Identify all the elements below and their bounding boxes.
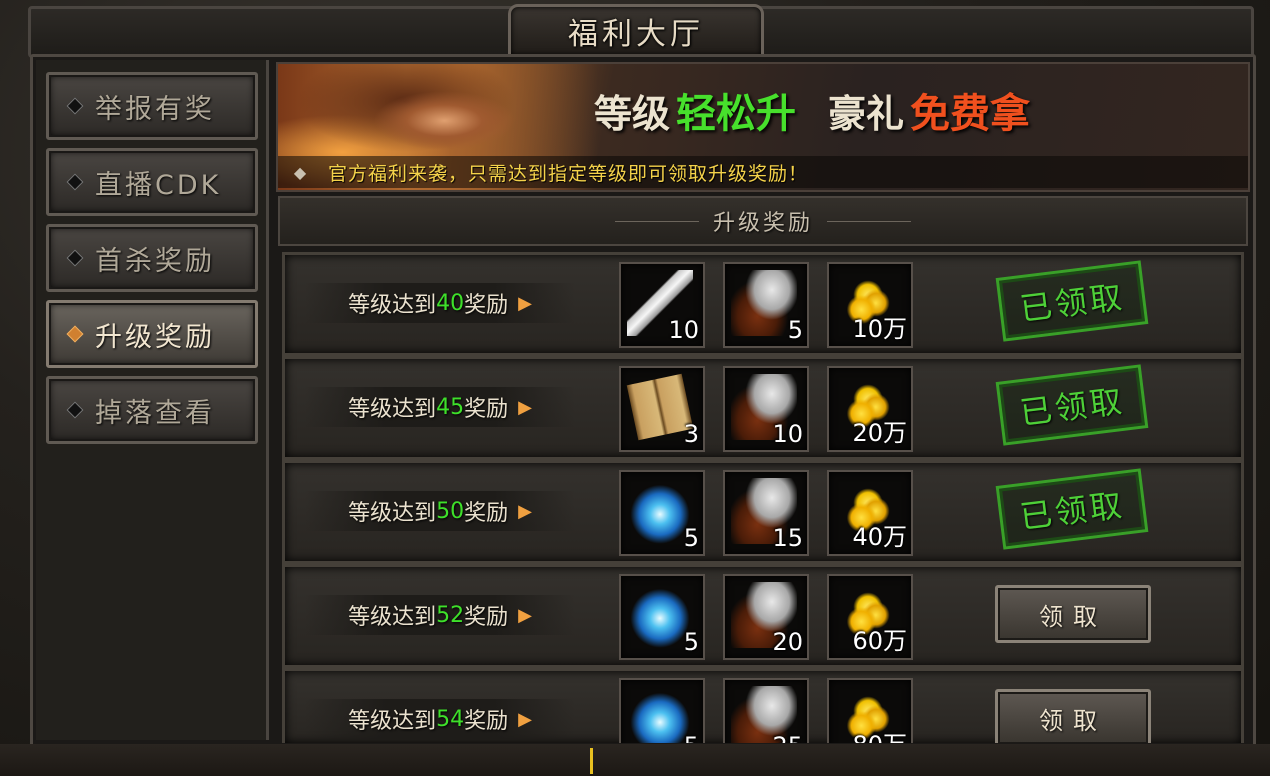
reward-level: 40 — [436, 290, 465, 316]
arrow-right-icon: ▶ — [518, 500, 532, 522]
item-count: 15 — [772, 524, 803, 552]
claimed-stamp: 已领取 — [995, 260, 1149, 342]
slogan-level: 等级 — [594, 91, 671, 136]
reward-label: 等级达到 40 奖励 ▶ — [305, 283, 575, 323]
reward-label: 等级达到 45 奖励 ▶ — [305, 387, 575, 427]
claimed-stamp: 已领取 — [995, 364, 1149, 446]
reward-item-slot[interactable]: 10 — [619, 262, 705, 348]
welfare-hall-window: 福利大厅 举报有奖 直播CDK 首杀奖励 升级奖励 掉落查看 等级 轻松升 豪礼… — [0, 0, 1270, 776]
claim-button[interactable]: 领取 — [995, 585, 1151, 643]
item-count: 3 — [683, 420, 699, 448]
sidebar-item-report-reward[interactable]: 举报有奖 — [46, 72, 258, 140]
reward-row: 等级达到 54 奖励 ▶ 5 25 80万 领取 — [282, 668, 1244, 743]
item-count: 5 — [683, 524, 699, 552]
reward-row: 等级达到 40 奖励 ▶ 10 5 10万 已领取 — [282, 252, 1244, 356]
reward-item-slot[interactable]: 25 — [723, 678, 809, 743]
reward-item-slot[interactable]: 20 — [723, 574, 809, 660]
reward-item-slot[interactable]: 5 — [619, 678, 705, 743]
reward-label: 等级达到 54 奖励 ▶ — [305, 699, 575, 739]
diamond-bullet-icon — [66, 401, 84, 419]
claimed-stamp: 已领取 — [995, 468, 1149, 550]
sidebar-item-label: 举报有奖 — [95, 93, 215, 125]
reward-item-slot[interactable]: 80万 — [827, 678, 913, 743]
reward-level: 45 — [436, 394, 465, 420]
section-title: 升级奖励 — [712, 211, 813, 236]
sidebar-item-drop-view[interactable]: 掉落查看 — [46, 376, 258, 444]
slogan-gift: 豪礼 — [828, 91, 905, 136]
sidebar-item-label: 掉落查看 — [95, 397, 215, 429]
reward-row: 等级达到 50 奖励 ▶ 5 15 40万 已领取 — [282, 460, 1244, 564]
reward-level: 54 — [436, 706, 465, 732]
reward-item-slot[interactable]: 3 — [619, 366, 705, 452]
sidebar-item-first-kill-reward[interactable]: 首杀奖励 — [46, 224, 258, 292]
reward-item-slot[interactable]: 5 — [723, 262, 809, 348]
arrow-right-icon: ▶ — [518, 396, 532, 418]
reward-item-slot[interactable]: 40万 — [827, 470, 913, 556]
reward-item-slot[interactable]: 60万 — [827, 574, 913, 660]
reward-level: 50 — [436, 498, 465, 524]
sidebar-item-label: 首杀奖励 — [95, 245, 215, 277]
item-count: 10 — [668, 316, 699, 344]
sidebar-item-level-reward[interactable]: 升级奖励 — [46, 300, 258, 368]
slogan-free-take: 免费拿 — [910, 91, 1031, 137]
section-header: 升级奖励 — [278, 196, 1248, 246]
reward-level: 52 — [436, 602, 465, 628]
promo-banner: 等级 轻松升 豪礼 免费拿 ◆ 官方福利来袭，只需达到指定等级即可领取升级奖励！ — [276, 62, 1250, 192]
reward-item-slot[interactable]: 20万 — [827, 366, 913, 452]
arrow-right-icon: ▶ — [518, 708, 532, 730]
speaker-arrow-icon: ◆ — [293, 162, 307, 182]
item-count: 5 — [787, 316, 803, 344]
notice-text: 官方福利来袭，只需达到指定等级即可领取升级奖励！ — [328, 162, 809, 185]
sidebar-item-live-cdk[interactable]: 直播CDK — [46, 148, 258, 216]
diamond-bullet-icon — [66, 249, 84, 267]
divider — [590, 748, 593, 774]
notice-strip: ◆ 官方福利来袭，只需达到指定等级即可领取升级奖励！ — [278, 156, 1248, 188]
item-count: 80万 — [852, 725, 907, 743]
item-count: 20 — [772, 628, 803, 656]
title-plate: 福利大厅 — [508, 4, 764, 58]
sidebar-item-label: 升级奖励 — [95, 321, 215, 353]
reward-label: 等级达到 50 奖励 ▶ — [305, 491, 575, 531]
divider — [614, 220, 699, 222]
item-count: 25 — [772, 732, 803, 743]
reward-item-slot[interactable]: 10 — [723, 366, 809, 452]
arrow-right-icon: ▶ — [518, 292, 532, 314]
item-count: 5 — [684, 732, 699, 743]
item-count: 60万 — [852, 627, 907, 655]
sidebar: 举报有奖 直播CDK 首杀奖励 升级奖励 掉落查看 — [36, 60, 269, 740]
claim-button[interactable]: 领取 — [995, 689, 1151, 743]
diamond-bullet-icon — [66, 173, 84, 191]
item-count: 20万 — [852, 419, 907, 447]
reward-row: 等级达到 52 奖励 ▶ 5 20 60万 领取 — [282, 564, 1244, 668]
reward-row: 等级达到 45 奖励 ▶ 3 10 20万 已领取 — [282, 356, 1244, 460]
reward-label: 等级达到 52 奖励 ▶ — [305, 595, 575, 635]
diamond-bullet-icon — [66, 97, 84, 115]
slogan-easy-up: 轻松升 — [676, 91, 797, 137]
reward-item-slot[interactable]: 15 — [723, 470, 809, 556]
reward-item-slot[interactable]: 10万 — [827, 262, 913, 348]
item-count: 5 — [683, 628, 699, 656]
game-chat-strip — [0, 744, 1270, 776]
reward-item-slot[interactable]: 5 — [619, 574, 705, 660]
item-count: 40万 — [852, 523, 907, 551]
sidebar-item-label: 直播CDK — [95, 169, 222, 201]
diamond-bullet-icon — [66, 325, 84, 343]
item-count: 10万 — [852, 315, 907, 343]
reward-item-slot[interactable]: 5 — [619, 470, 705, 556]
banner-slogan: 等级 轻松升 豪礼 免费拿 — [594, 82, 1030, 138]
arrow-right-icon: ▶ — [518, 604, 532, 626]
window-title: 福利大厅 — [568, 17, 704, 52]
item-count: 10 — [772, 420, 803, 448]
divider — [827, 220, 911, 222]
